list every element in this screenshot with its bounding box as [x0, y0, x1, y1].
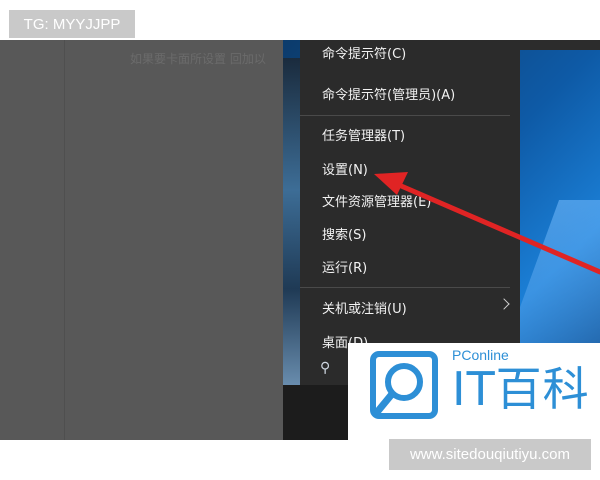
pconline-text: PConline [452, 347, 509, 363]
site-label: www.sitedouqiutiyu.com [389, 439, 591, 470]
it-baike-brand: IT百科 [452, 362, 590, 416]
arrow-shaft [389, 179, 600, 275]
pconline-watermark: PConline IT百科 [348, 343, 600, 440]
arrow-head [374, 172, 408, 195]
magnifier-logo-icon [370, 351, 438, 419]
